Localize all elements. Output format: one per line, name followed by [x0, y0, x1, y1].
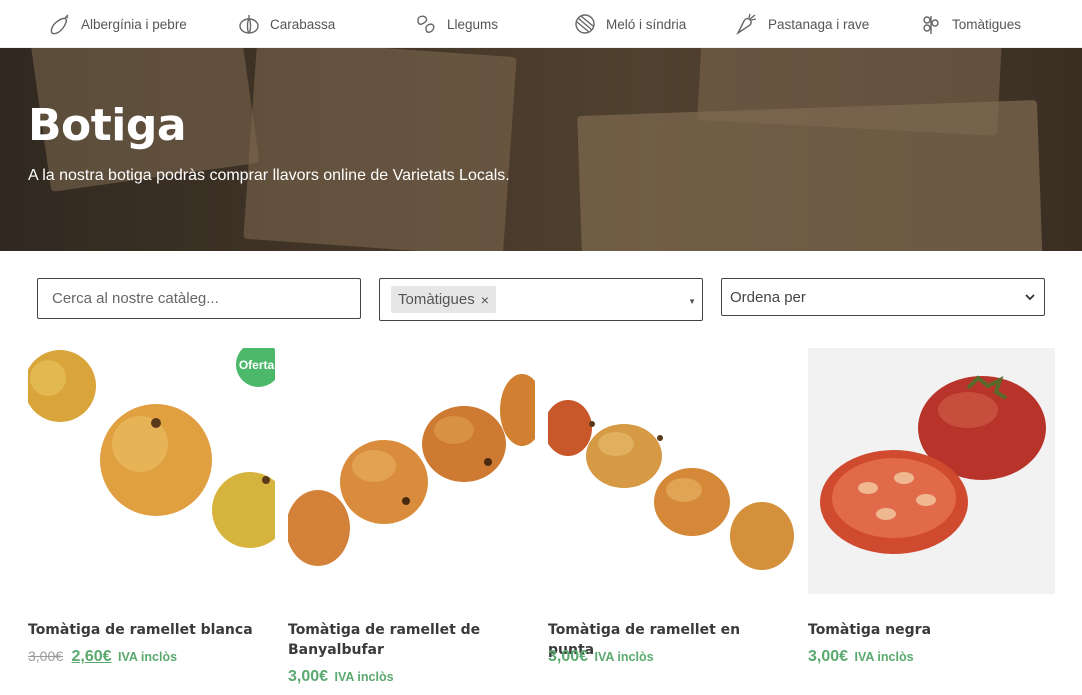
nav-item-label: Carabassa [270, 16, 336, 32]
tax-note: IVA inclòs [118, 650, 178, 664]
sort-label: Ordena per [730, 288, 806, 306]
category-filter-select[interactable]: Tomàtigues × ▼ [379, 278, 703, 321]
product-price: 3,00€ IVA inclòs [548, 648, 654, 666]
price: 3,00€ [808, 648, 849, 665]
product-price: 3,00€ 2,60€ IVA inclòs [28, 648, 177, 666]
nav-item-label: Meló i síndria [606, 16, 687, 32]
sort-select[interactable]: Ordena per [721, 278, 1045, 316]
nav-item-llegums[interactable]: Llegums [414, 0, 498, 48]
tax-note: IVA inclòs [594, 650, 654, 664]
tag-label: Tomàtigues [398, 291, 475, 308]
product-card[interactable]: Tomàtiga negra 3,00€ IVA inclòs [808, 348, 1055, 665]
sale-price: 2,60€ [71, 648, 112, 665]
tax-note: IVA inclòs [854, 650, 914, 664]
caret-down-icon: ▼ [688, 297, 696, 306]
old-price: 3,00€ [28, 648, 64, 664]
product-image[interactable] [808, 348, 1055, 594]
category-nav: Albergínia i pebre Carabassa Llegums Mel… [0, 0, 1082, 48]
tax-note: IVA inclòs [334, 670, 394, 684]
product-image[interactable] [548, 348, 795, 594]
tomato-plant-icon [923, 16, 939, 34]
pumpkin-icon [239, 15, 259, 34]
beans-icon [417, 15, 435, 33]
melon-icon [575, 14, 595, 34]
nav-item-carabassa[interactable]: Carabassa [237, 0, 335, 48]
carrot-icon [736, 13, 757, 36]
page-title: Botiga [28, 100, 187, 151]
price: 3,00€ [288, 668, 329, 685]
nav-item-melo[interactable]: Meló i síndria [573, 0, 686, 48]
nav-item-label: Tomàtigues [952, 16, 1022, 32]
remove-tag-icon[interactable]: × [481, 292, 489, 308]
hero-banner: Botiga A la nostra botiga podràs comprar… [0, 48, 1082, 251]
page-subtitle: A la nostra botiga podràs comprar llavor… [28, 167, 510, 184]
product-price: 3,00€ IVA inclòs [288, 668, 394, 686]
product-name[interactable]: Tomàtiga de ramellet blanca [28, 620, 268, 640]
selected-tag: Tomàtigues × [391, 286, 496, 313]
nav-item-label: Pastanaga i rave [768, 16, 870, 32]
search-input[interactable] [37, 278, 361, 319]
product-price: 3,00€ IVA inclòs [808, 648, 914, 666]
nav-item-albergínia[interactable]: Albergínia i pebre [48, 0, 187, 48]
price: 3,00€ [548, 648, 589, 665]
nav-item-label: Llegums [447, 16, 499, 32]
product-card[interactable]: Tomàtiga de ramellet de Banyalbufar 3,00… [288, 348, 535, 685]
product-card[interactable]: Oferta! Tomàtiga de ramellet blanca 3,00… [28, 348, 275, 665]
product-image[interactable]: Oferta! [28, 348, 275, 594]
product-card[interactable]: Tomàtiga de ramellet en punta 3,00€ IVA … [548, 348, 795, 665]
product-image[interactable] [288, 348, 535, 594]
eggplant-icon [50, 14, 69, 35]
chevron-down-icon [1025, 294, 1035, 301]
nav-item-pastanaga[interactable]: Pastanaga i rave [735, 0, 869, 48]
product-name[interactable]: Tomàtiga negra [808, 620, 1048, 640]
nav-item-label: Albergínia i pebre [81, 16, 187, 32]
nav-item-tomatigues[interactable]: Tomàtigues [919, 0, 1021, 48]
product-name[interactable]: Tomàtiga de ramellet de Banyalbufar [288, 620, 528, 660]
